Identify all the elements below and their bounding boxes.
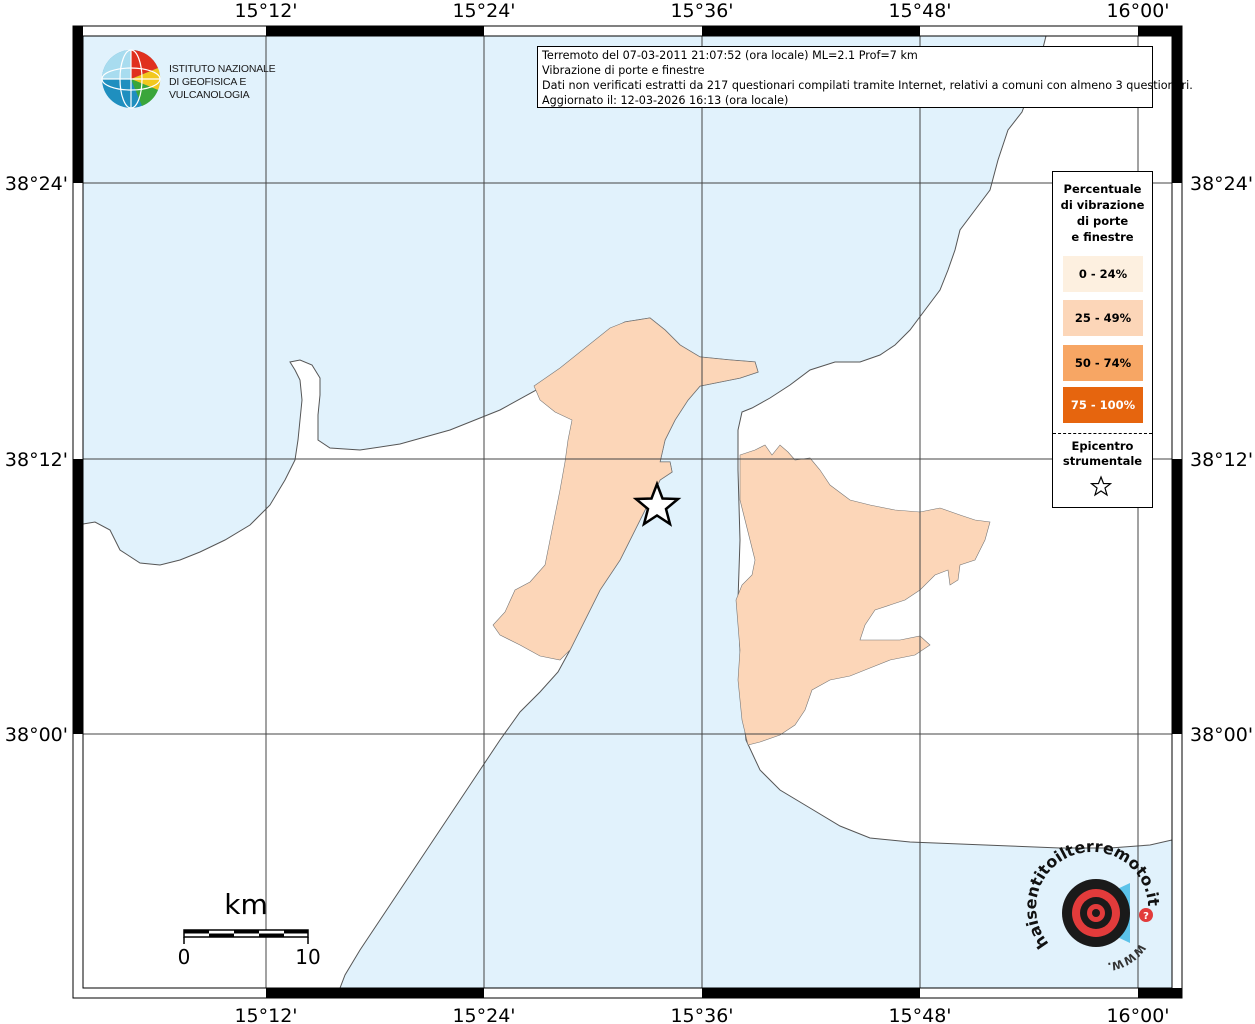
legend-class-0-24: 0 - 24% xyxy=(1063,256,1143,292)
scale-max: 10 xyxy=(295,945,320,969)
lon-label: 15°12' xyxy=(234,1005,297,1024)
lat-label: 38°24' xyxy=(1190,173,1253,195)
legend-divider xyxy=(1053,433,1152,434)
lon-label: 15°24' xyxy=(452,1005,515,1024)
legend-title-line: di porte xyxy=(1076,214,1129,228)
lon-label: 15°48' xyxy=(888,0,951,22)
legend-epicenter-label: Epicentro strumentale xyxy=(1053,439,1152,469)
lon-labels-top: 15°12' 15°24' 15°36' 15°48' 16°00' xyxy=(234,0,1169,22)
lat-label: 38°24' xyxy=(5,173,68,195)
lon-label: 15°36' xyxy=(670,0,733,22)
lon-label: 15°24' xyxy=(452,0,515,22)
ingv-globe-icon xyxy=(101,49,161,109)
lat-labels-right: 38°24' 38°12' 38°00' xyxy=(1190,173,1253,746)
lat-labels-left: 38°24' 38°12' 38°00' xyxy=(5,173,68,746)
lat-label: 38°12' xyxy=(1190,449,1253,471)
event-updated: Aggiornato il: 12-03-2026 16:13 (ora loc… xyxy=(542,94,789,107)
event-title: Terremoto del 07-03-2011 21:07:52 (ora l… xyxy=(542,49,918,62)
event-parameter: Vibrazione di porte e finestre xyxy=(542,64,705,77)
legend-title: Percentuale di vibrazione di porte e fin… xyxy=(1053,181,1152,245)
ingv-logo: ISTITUTO NAZIONALE DI GEOFISICA E VULCAN… xyxy=(100,48,315,110)
lon-label: 16°00' xyxy=(1106,0,1169,22)
lon-label: 15°12' xyxy=(234,0,297,22)
lat-label: 38°12' xyxy=(5,449,68,471)
svg-text:?: ? xyxy=(1143,911,1149,922)
ingv-line2: DI GEOFISICA E VULCANOLOGIA xyxy=(169,76,250,101)
lat-label: 38°00' xyxy=(5,724,68,746)
legend-title-line: e finestre xyxy=(1071,230,1134,244)
legend-class-25-49: 25 - 49% xyxy=(1063,300,1143,336)
scale-min: 0 xyxy=(178,945,191,969)
legend-epicenter-line: Epicentro xyxy=(1071,439,1134,453)
event-info-box: Terremoto del 07-03-2011 21:07:52 (ora l… xyxy=(537,46,1193,108)
lon-label: 16°00' xyxy=(1106,1005,1169,1024)
lon-label: 15°48' xyxy=(888,1005,951,1024)
legend-class-75-100: 75 - 100% xyxy=(1063,387,1143,423)
legend-title-line: Percentuale xyxy=(1063,182,1142,196)
legend-title-line: di vibrazione xyxy=(1060,198,1145,212)
ingv-line1: ISTITUTO NAZIONALE xyxy=(169,63,276,75)
map: 15°12' 15°24' 15°36' 15°48' 16°00' 15°12… xyxy=(5,0,1253,1024)
star-icon xyxy=(1090,475,1112,497)
lat-label: 38°00' xyxy=(1190,724,1253,746)
legend-class-50-74: 50 - 74% xyxy=(1063,345,1143,381)
legend-epicenter-line: strumentale xyxy=(1062,454,1143,468)
event-data-note: Dati non verificati estratti da 217 ques… xyxy=(542,79,1193,92)
legend: Percentuale di vibrazione di porte e fin… xyxy=(1052,171,1153,508)
scale-unit: km xyxy=(224,888,268,921)
lon-labels-bottom: 15°12' 15°24' 15°36' 15°48' 16°00' xyxy=(234,1005,1169,1024)
lon-label: 15°36' xyxy=(670,1005,733,1024)
